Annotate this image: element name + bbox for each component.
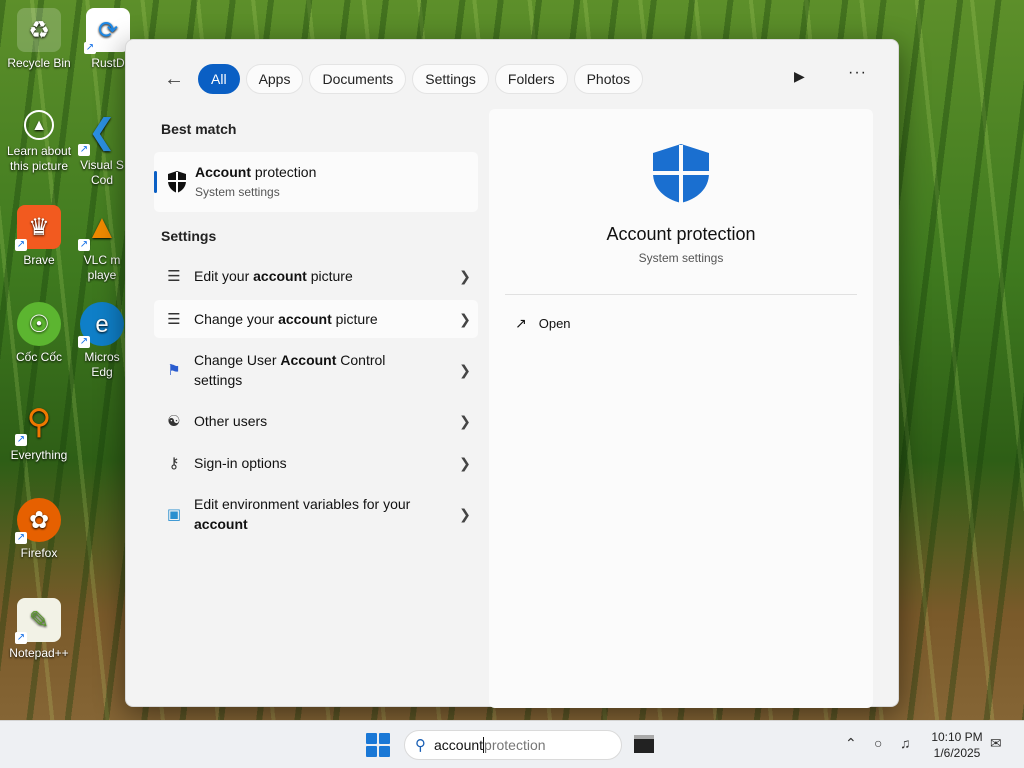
filter-documents[interactable]: Documents [309, 64, 407, 94]
result-change-uac-settings[interactable]: ⚑ Change User Account Control settings ❯ [154, 344, 478, 396]
chevron-right-icon: ❯ [459, 505, 471, 522]
rustdesk-icon: ⟳ ↗ [84, 8, 130, 54]
result-label: Change your account picture [194, 311, 378, 327]
search-suggestion-text: protection [484, 737, 546, 753]
desktop-icon-label: Micros Edg [84, 350, 120, 379]
preview-subtitle: System settings [638, 251, 724, 265]
open-action[interactable]: ↗ Open [515, 315, 571, 332]
result-sign-in-options[interactable]: ⚷ Sign-in options ❯ [154, 444, 478, 482]
more-options-icon[interactable]: ··· [848, 64, 867, 82]
result-label: Change User Account Control settings [194, 352, 386, 388]
settings-heading: Settings [161, 228, 217, 244]
best-match-title: Account protection [195, 164, 317, 180]
divider [505, 294, 857, 295]
search-panel: ← All Apps Documents Settings Folders Ph… [125, 39, 899, 708]
recycle-bin-icon: ♻ [17, 8, 61, 52]
sound-muted-icon[interactable]: ♫ [900, 735, 911, 751]
chevron-right-icon: ❯ [459, 361, 471, 378]
brave-icon: ♛ ↗ [15, 205, 61, 251]
chevron-right-icon: ❯ [459, 412, 471, 429]
open-external-icon: ↗ [515, 315, 527, 331]
preview-title: Account protection [606, 224, 756, 244]
start-button[interactable] [366, 733, 390, 757]
filter-folders[interactable]: Folders [494, 64, 568, 94]
filter-all[interactable]: All [198, 64, 240, 94]
result-label: Edit environment variables for your accou… [194, 496, 411, 532]
preview-pane: Account protection System settings ↗ Ope… [489, 109, 873, 708]
desktop-icon-label: Everything [10, 448, 68, 462]
desktop-icon-edge[interactable]: e ↗ Micros Edg [78, 302, 126, 380]
clock[interactable]: 10:10 PM 1/6/2025 [928, 729, 986, 761]
result-other-users[interactable]: ☯ Other users ❯ [154, 402, 478, 440]
key-icon: ⚷ [168, 455, 180, 472]
other-users-icon: ☯ [167, 413, 181, 430]
desktop-icon-vscode[interactable]: ❮ ↗ Visual S Cod [78, 110, 126, 188]
taskbar-app-icon[interactable] [634, 735, 654, 753]
taskbar: ⚲ account protection ⌃ ○ ♫ 10:10 PM 1/6/… [0, 720, 1024, 768]
firefox-icon: ✿ ↗ [15, 498, 61, 544]
result-edit-account-picture[interactable]: ☰ Edit your account picture ❯ [154, 256, 478, 296]
windows-security-shield-icon [653, 144, 709, 203]
windows-logo-icon [366, 733, 377, 744]
desktop-icon-label: Cốc Cốc [15, 350, 62, 364]
desktop-icon-coccoc[interactable]: ☉ Cốc Cốc [0, 302, 78, 365]
filter-apps[interactable]: Apps [245, 64, 304, 94]
desktop-icon-notepadpp[interactable]: ✎ ↗ Notepad++ [0, 598, 78, 661]
open-label: Open [538, 316, 571, 331]
account-picture-icon: ☰ [167, 311, 181, 328]
desktop-icon-everything[interactable]: ⚲ ↗ Everything [0, 400, 78, 463]
desktop-icon-label: VLC m playe [83, 253, 121, 282]
search-icon: ⚲ [415, 737, 426, 754]
clock-date: 1/6/2025 [933, 746, 981, 760]
desktop-icon-label: Learn about this picture [6, 144, 72, 173]
notepadpp-icon: ✎ ↗ [15, 598, 61, 644]
shield-icon [168, 171, 186, 193]
desktop-icon-vlc[interactable]: ▲ ↗ VLC m playe [78, 205, 126, 283]
desktop-icon-learn-picture[interactable]: ▲ Learn about this picture [0, 110, 78, 174]
desktop-icon-label: Firefox [20, 546, 58, 560]
filter-settings[interactable]: Settings [412, 64, 489, 94]
play-icon[interactable]: ▶ [794, 68, 805, 85]
back-arrow-icon[interactable]: ← [160, 64, 188, 94]
chevron-right-icon: ❯ [459, 454, 471, 471]
selection-indicator [154, 171, 157, 193]
vlc-icon: ▲ ↗ [78, 207, 119, 251]
chevron-up-icon[interactable]: ⌃ [845, 735, 857, 752]
filter-bar: ← All Apps Documents Settings Folders Ph… [160, 62, 644, 96]
result-edit-env-variables[interactable]: ▣ Edit environment variables for your acc… [154, 488, 478, 540]
account-picture-icon: ☰ [167, 268, 181, 285]
best-match-result[interactable]: Account protection System settings [154, 152, 478, 212]
best-match-subtitle: System settings [195, 185, 280, 199]
result-label: Edit your account picture [194, 268, 353, 284]
coccoc-icon: ☉ [17, 302, 61, 346]
clock-time: 10:10 PM [931, 730, 983, 744]
network-globe-icon[interactable]: ○ [874, 735, 882, 751]
desktop-icon-label: Recycle Bin [7, 56, 71, 70]
chevron-right-icon: ❯ [459, 310, 471, 327]
result-change-account-picture[interactable]: ☰ Change your account picture ❯ [154, 300, 478, 338]
desktop-icon-label: Brave [23, 253, 55, 267]
desktop-icon-label: Visual S Cod [80, 158, 124, 187]
monitor-icon: ▣ [166, 506, 182, 523]
notifications-icon[interactable]: ✉ [990, 735, 1002, 752]
result-label: Other users [194, 413, 268, 429]
result-label: Sign-in options [194, 455, 287, 471]
best-match-heading: Best match [161, 121, 237, 137]
desktop-icon-label: Notepad++ [9, 646, 69, 660]
desktop-icon-recycle-bin[interactable]: ♻ Recycle Bin [0, 8, 78, 71]
chevron-right-icon: ❯ [459, 267, 471, 284]
filter-photos[interactable]: Photos [573, 64, 644, 94]
taskbar-search-input[interactable]: ⚲ account protection [404, 730, 622, 760]
everything-icon: ⚲ ↗ [15, 402, 52, 446]
desktop-icon-brave[interactable]: ♛ ↗ Brave [0, 205, 78, 268]
vscode-icon: ❮ ↗ [78, 112, 117, 156]
desktop-icon-firefox[interactable]: ✿ ↗ Firefox [0, 498, 78, 561]
learn-picture-icon: ▲ [24, 110, 54, 140]
search-typed-text: account [434, 737, 485, 753]
edge-icon: e ↗ [78, 302, 124, 348]
uac-flag-icon: ⚑ [167, 362, 181, 379]
